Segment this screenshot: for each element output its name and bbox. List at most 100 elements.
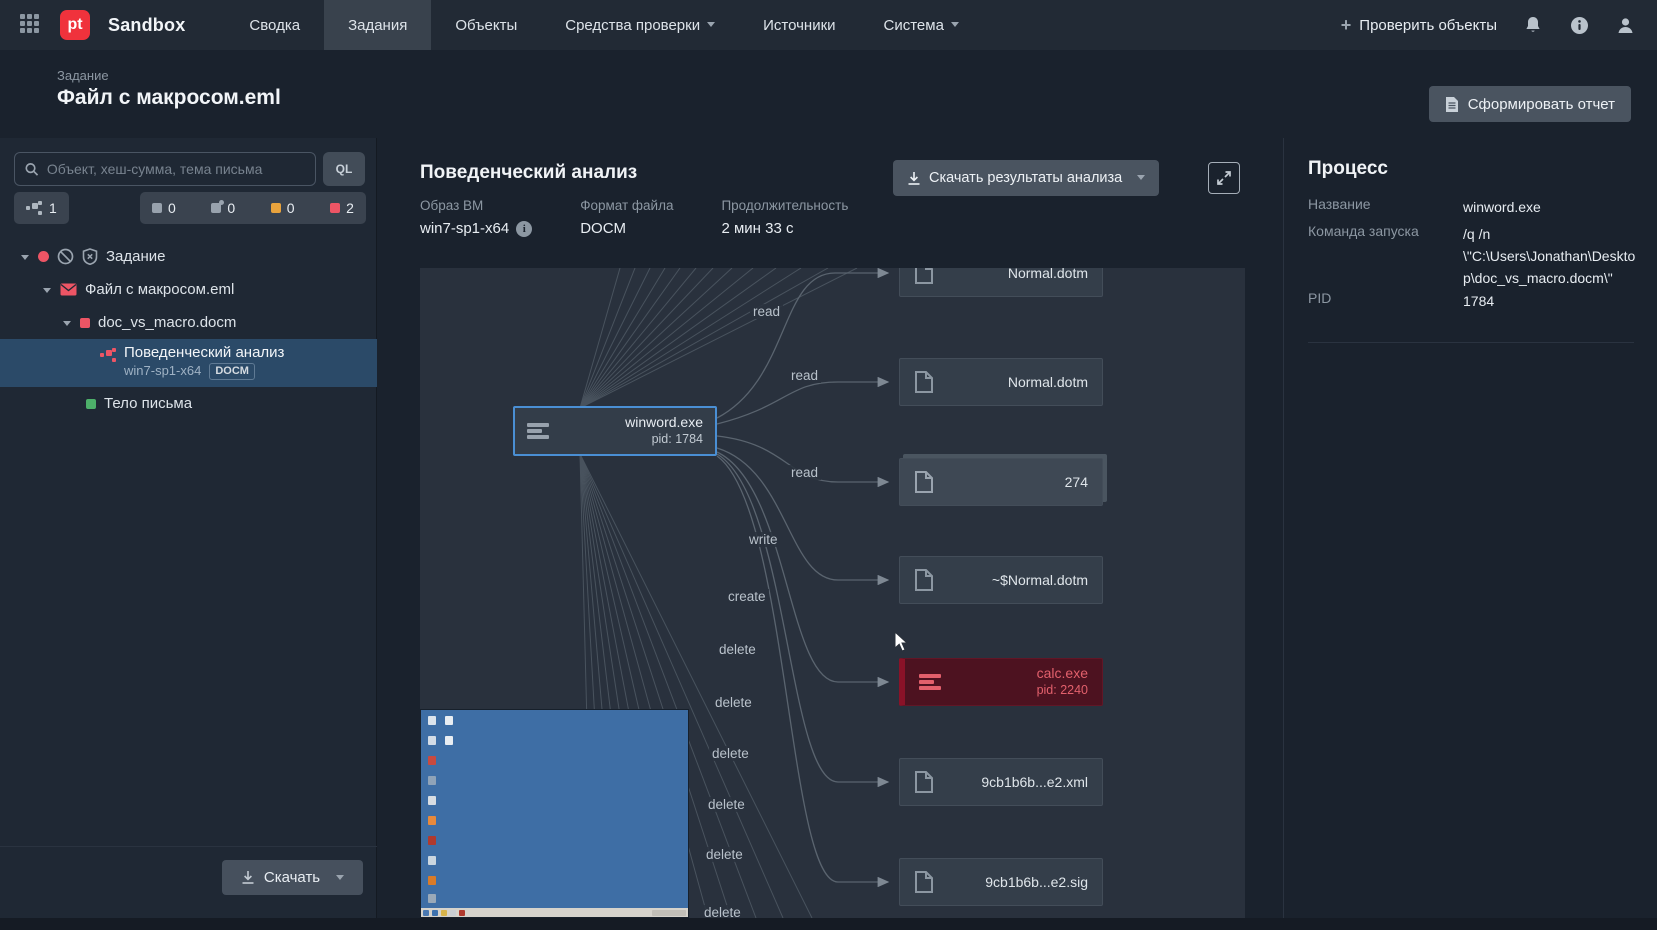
chevron-down-icon	[1137, 172, 1145, 180]
user-profile-icon[interactable]	[1615, 15, 1635, 35]
meta-vm-image: Образ ВМ win7-sp1-x64i	[420, 198, 532, 237]
download-button[interactable]: Скачать	[222, 860, 363, 895]
nav-item-sredstva-proverki[interactable]: Средства проверки	[541, 0, 739, 50]
nav-item-svodka[interactable]: Сводка	[225, 0, 324, 50]
file-node-9cb1b6b-xml[interactable]: 9cb1b6b...e2.xml	[899, 758, 1103, 806]
tree-item-mail-body[interactable]: Тело письма	[0, 387, 377, 420]
check-objects-button[interactable]: + Проверить объекты	[1341, 15, 1497, 36]
vm-image-label: win7-sp1-x64	[124, 362, 201, 380]
edge-label-create: create	[725, 589, 769, 604]
process-icon	[919, 674, 941, 690]
task-header: Задание Файл с макросом.eml Сформировать…	[0, 50, 1657, 138]
file-node-normal-dotm[interactable]: Normal.dotm	[899, 358, 1103, 406]
file-icon	[914, 268, 934, 285]
info-icon[interactable]	[1569, 15, 1589, 35]
file-node-9cb1b6b-sig[interactable]: 9cb1b6b...e2.sig	[899, 858, 1103, 906]
file-group-node-274[interactable]: 274	[899, 458, 1103, 506]
panel-divider	[1308, 342, 1634, 343]
fullscreen-expand-button[interactable]	[1208, 162, 1240, 194]
document-icon	[1445, 96, 1459, 113]
page-title: Файл с макросом.eml	[57, 86, 281, 110]
counter-unknown: 0	[152, 200, 176, 216]
top-navbar: pt Sandbox Сводка Задания Объекты Средст…	[0, 0, 1657, 50]
edge-label-delete: delete	[716, 642, 759, 657]
chevron-down-icon[interactable]	[62, 318, 72, 328]
process-node-calc-malicious[interactable]: calc.exe pid: 2240	[899, 658, 1103, 706]
gray-square-dot-icon	[211, 203, 221, 213]
object-search[interactable]	[14, 152, 316, 186]
file-icon	[914, 770, 934, 794]
file-icon	[914, 870, 934, 894]
panel-title: Процесс	[1308, 158, 1388, 180]
red-square-icon	[80, 318, 90, 328]
danger-dot-icon	[38, 251, 49, 262]
gray-square-icon	[152, 203, 162, 213]
nav-item-zadaniya[interactable]: Задания	[324, 0, 431, 50]
email-icon	[60, 283, 77, 296]
file-node-normal-dotm-clipped[interactable]: Normal.dotm	[899, 268, 1103, 297]
orange-square-icon	[271, 203, 281, 213]
tree-item-docm[interactable]: doc_vs_macro.docm	[0, 306, 377, 339]
behavioral-analysis-panel: Поведенческий анализ Скачать результаты …	[378, 138, 1283, 918]
graph-icon	[26, 201, 42, 215]
process-name-row: Название winword.exe	[1308, 196, 1638, 218]
edge-label-delete: delete	[709, 746, 752, 761]
verdict-counters[interactable]: 0 0 0 2	[140, 192, 366, 224]
vm-taskbar	[421, 908, 688, 917]
edge-label-read: read	[788, 465, 821, 480]
chevron-down-icon[interactable]	[20, 252, 30, 262]
edge-label-write: write	[746, 532, 781, 547]
edge-label-delete: delete	[712, 695, 755, 710]
nav-item-obekty[interactable]: Объекты	[431, 0, 541, 50]
search-input[interactable]	[47, 161, 305, 177]
chevron-down-icon	[951, 19, 959, 27]
edge-label-delete: delete	[705, 797, 748, 812]
plus-icon: +	[1341, 15, 1352, 36]
analysis-meta: Образ ВМ win7-sp1-x64i Формат файла DOCM…	[420, 198, 848, 237]
chevron-down-icon[interactable]	[42, 285, 52, 295]
tree-item-task[interactable]: Задание	[0, 240, 377, 273]
notifications-bell-icon[interactable]	[1523, 15, 1543, 35]
shield-x-icon	[82, 248, 98, 265]
ql-mode-button[interactable]: QL	[323, 152, 365, 186]
task-kicker: Задание	[57, 68, 109, 83]
process-pid-row: PID 1784	[1308, 290, 1638, 312]
download-icon	[907, 171, 921, 186]
red-square-icon	[330, 203, 340, 213]
process-command-row: Команда запуска /q /n \"C:\Users\Jonatha…	[1308, 223, 1638, 289]
format-badge: DOCM	[209, 363, 255, 380]
file-node-tilde-normal-dotm[interactable]: ~$Normal.dotm	[899, 556, 1103, 604]
apps-grid-icon[interactable]	[20, 14, 42, 36]
process-details-panel: Процесс Название winword.exe Команда зап…	[1283, 138, 1657, 918]
generate-report-button[interactable]: Сформировать отчет	[1429, 86, 1631, 122]
file-icon	[914, 568, 934, 592]
process-graph-canvas[interactable]: read read read write create delete delet…	[420, 268, 1245, 918]
sidebar-footer: Скачать	[0, 846, 377, 906]
tree-item-behavioral-analysis[interactable]: Поведенческий анализ win7-sp1-x64 DOCM	[0, 339, 377, 387]
process-icon	[527, 423, 549, 439]
counter-scanning: 0	[211, 200, 235, 216]
nav-item-sistema[interactable]: Система	[860, 0, 983, 50]
download-icon	[241, 870, 255, 885]
vm-screenshot-thumbnail[interactable]	[420, 709, 689, 918]
chevron-down-icon	[707, 19, 715, 27]
info-icon[interactable]: i	[516, 221, 532, 237]
blocked-icon	[57, 248, 74, 265]
tree-item-eml[interactable]: Файл с макросом.eml	[0, 273, 377, 306]
mouse-cursor	[894, 631, 910, 653]
chevron-down-icon	[336, 872, 344, 880]
tree-count-chip[interactable]: 1	[14, 192, 69, 224]
file-icon	[914, 470, 934, 494]
edge-label-read: read	[788, 368, 821, 383]
edge-label-read: read	[750, 304, 783, 319]
download-results-button[interactable]: Скачать результаты анализа	[893, 160, 1159, 196]
edge-label-delete: delete	[701, 905, 744, 918]
process-node-winword[interactable]: winword.exe pid: 1784	[513, 406, 717, 456]
counter-dangerous: 2	[330, 200, 354, 216]
counter-suspicious: 0	[271, 200, 295, 216]
bottom-strip	[0, 918, 1657, 930]
pt-logo[interactable]: pt	[60, 10, 90, 40]
behavior-graph-icon	[100, 348, 116, 362]
nav-item-istochniki[interactable]: Источники	[739, 0, 859, 50]
green-square-icon	[86, 399, 96, 409]
